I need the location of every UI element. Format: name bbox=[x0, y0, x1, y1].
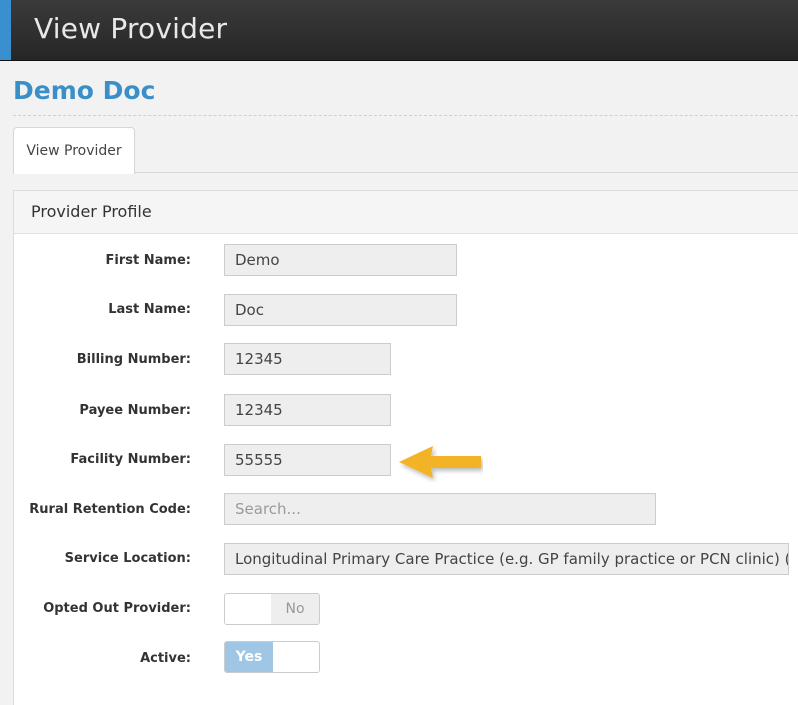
top-bar-title: View Provider bbox=[34, 12, 228, 45]
top-bar-accent bbox=[0, 0, 11, 60]
billing-number-field[interactable]: 12345 bbox=[224, 343, 391, 375]
top-bar: View Provider bbox=[0, 0, 798, 61]
active-toggle[interactable]: Yes bbox=[224, 641, 320, 673]
payee-number-label: Payee Number: bbox=[79, 403, 191, 418]
facility-number-label: Facility Number: bbox=[70, 452, 191, 467]
facility-number-field[interactable]: 55555 bbox=[224, 444, 391, 476]
panel-title: Provider Profile bbox=[31, 202, 152, 221]
first-name-label: First Name: bbox=[105, 253, 191, 268]
toggle-no-state: No bbox=[271, 594, 319, 624]
arrow-left-icon bbox=[399, 446, 481, 478]
billing-number-label: Billing Number: bbox=[76, 352, 191, 367]
title-divider bbox=[13, 115, 798, 116]
payee-number-field[interactable]: 12345 bbox=[224, 394, 391, 426]
first-name-field[interactable]: Demo bbox=[224, 244, 457, 276]
toggle-yes-state: Yes bbox=[225, 642, 273, 672]
rural-retention-code-search[interactable]: Search... bbox=[224, 493, 656, 525]
last-name-label: Last Name: bbox=[108, 302, 191, 317]
panel-header: Provider Profile bbox=[14, 191, 798, 234]
service-location-label: Service Location: bbox=[64, 551, 191, 566]
page-title: Demo Doc bbox=[13, 76, 156, 105]
service-location-select[interactable]: Longitudinal Primary Care Practice (e.g.… bbox=[224, 543, 789, 575]
active-label: Active: bbox=[140, 651, 191, 666]
last-name-field[interactable]: Doc bbox=[224, 294, 457, 326]
tab-view-provider[interactable]: View Provider bbox=[13, 127, 135, 174]
rural-retention-code-label: Rural Retention Code: bbox=[29, 502, 191, 517]
opted-out-provider-toggle[interactable]: No bbox=[224, 593, 320, 625]
opted-out-provider-label: Opted Out Provider: bbox=[43, 601, 191, 616]
